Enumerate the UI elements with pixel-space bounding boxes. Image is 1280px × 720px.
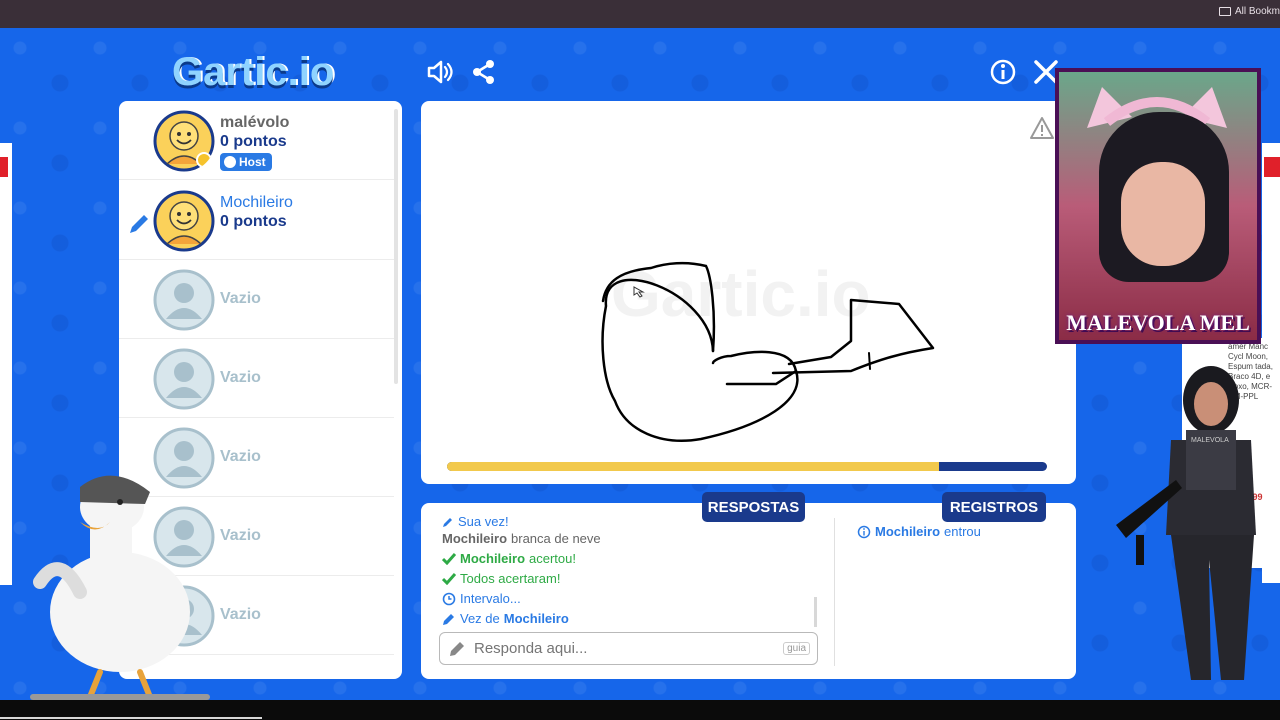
answer-input[interactable] [474,640,764,657]
webcam-face [1121,162,1205,266]
empty-slot: Vazio [119,260,394,339]
sound-icon[interactable] [426,58,454,86]
promo-logo-left [0,157,8,177]
all-bookmarks-button[interactable]: All Bookm [1218,6,1280,17]
player-points: 0 pontos [220,213,287,230]
tab-registros[interactable]: REGISTROS [942,492,1046,522]
host-badge-label: Host [239,155,266,169]
empty-slot-label: Vazio [220,369,261,386]
message-text: Intervalo... [460,591,521,606]
log-text: entrou [944,524,981,539]
check-icon [442,572,456,585]
message-text: acertou! [529,551,576,566]
duck-mascot [30,475,210,700]
player-card[interactable]: malévolo 0 pontos Host [119,101,394,180]
player-avatar-icon [153,190,215,252]
empty-slot-label: Vazio [220,448,261,465]
list-item: Todos acertaram! [442,571,560,586]
guide-button[interactable]: guia [783,642,810,655]
message-text: Vez de [460,611,500,626]
message-author: Mochileiro [503,611,569,626]
all-bookmarks-label: All Bookm [1234,6,1280,17]
empty-avatar-icon [153,348,215,410]
answer-input-box[interactable]: guia [439,632,818,665]
player-avatar-icon [153,110,215,172]
player-card[interactable]: Mochileiro 0 pontos [119,181,394,260]
empty-slot-label: Vazio [220,606,261,623]
message-text: branca de neve [511,531,601,546]
gartic-logo[interactable]: Gartic.io [172,50,334,95]
answers-scrollbar[interactable] [814,597,817,627]
drawing-pencil-icon [130,215,148,233]
empty-avatar-icon [153,269,215,331]
smiley-icon [224,156,236,168]
log-entry: Mochileiro entrou [857,524,981,539]
message-author: Mochileiro [442,531,508,546]
panel-divider [834,518,835,666]
players-scrollbar[interactable] [394,109,398,384]
left-promo-card [0,143,12,585]
list-item: Vez de Mochileiro [442,611,569,626]
empty-slot-label: Vazio [220,290,261,307]
vest-label: MALEVOLA [1191,437,1229,444]
host-badge: Host [220,153,272,171]
video-progress-line [0,717,262,719]
turn-timer-bar [447,462,1047,471]
promo-logo-right [1264,157,1280,177]
browser-top-bar: All Bookm [0,0,1280,28]
bottom-strip [0,700,1280,720]
pencil-icon [443,613,454,625]
canvas-drawing: Gartic.io [601,258,935,442]
player-name: Mochileiro [220,194,293,211]
report-warning-icon[interactable] [1029,116,1055,140]
list-item: Sua vez! [442,514,509,529]
empty-slot: Vazio [119,339,394,418]
info-small-icon [857,525,871,538]
check-icon [442,552,456,565]
pencil-icon [450,641,464,656]
message-text: Sua vez! [458,514,509,529]
turn-timer-fill [447,462,939,471]
clock-icon [442,592,456,605]
list-item: Mochileiro acertou! [442,551,576,566]
list-item: Mochileiro branca de neve [442,531,601,546]
log-author: Mochileiro [875,524,941,539]
empty-slot-label: Vazio [220,527,261,544]
streamer-name: MALEVOLA MEL [1066,310,1250,335]
character-figure: MALEVOLA [1116,366,1256,680]
player-points: 0 pontos [220,133,287,150]
list-item: Intervalo... [442,591,521,606]
message-author: Mochileiro [460,551,526,566]
pencil-icon [443,517,452,527]
message-text: Todos acertaram! [460,571,561,586]
webcam-overlay [1055,68,1261,344]
share-icon[interactable] [470,58,498,86]
drawing-canvas[interactable]: Gartic.io [421,101,1076,484]
player-name: malévolo [220,114,290,131]
folder-icon [1218,7,1231,16]
answers-list[interactable]: Sua vez! Mochileiro branca de neve Mochi… [442,512,822,627]
info-icon[interactable] [989,58,1017,86]
